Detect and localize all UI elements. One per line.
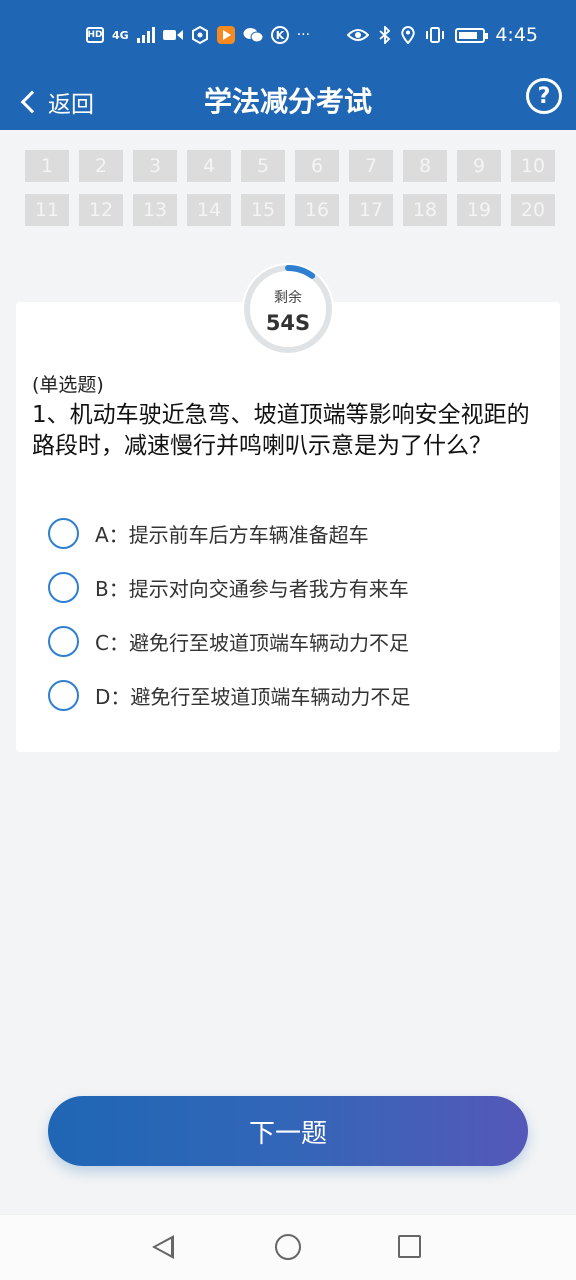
radio-circle-icon[interactable] xyxy=(48,625,79,657)
question-text: 1、机动车驶近急弯、坡道顶端等影响安全视距的路段时，减速慢行并鸣喇叭示意是为了什… xyxy=(32,402,530,459)
wechat-icon xyxy=(243,28,263,43)
option-a[interactable]: A： 提示前车后方车辆准备超车 xyxy=(48,516,369,550)
nav-home-icon[interactable] xyxy=(275,1234,301,1260)
video-icon xyxy=(162,30,183,40)
question-number-cell[interactable]: 3 xyxy=(133,150,177,182)
question-number-cell[interactable]: 20 xyxy=(511,194,555,226)
option-text: 提示前车后方车辆准备超车 xyxy=(128,522,369,547)
status-bar: HD 4G K ··· 4:45 xyxy=(0,0,576,74)
svg-text:K: K xyxy=(275,29,284,42)
battery-icon xyxy=(455,27,489,43)
question-number-grid: 1 2 3 4 5 6 7 8 9 10 11 12 13 14 15 16 17 18 19 20 xyxy=(25,150,555,226)
status-left-icons: HD 4G K ··· xyxy=(86,26,310,44)
radio-circle-icon[interactable] xyxy=(48,679,79,711)
vibrate-icon xyxy=(426,27,445,43)
hexagon-icon xyxy=(191,26,208,44)
option-letter: C： xyxy=(95,630,129,655)
question-number-cell[interactable]: 19 xyxy=(457,194,501,226)
option-letter: B： xyxy=(95,576,129,601)
network-4g-icon: 4G xyxy=(112,28,129,42)
question-mark-icon: ? xyxy=(537,83,551,109)
timer-ring-icon xyxy=(242,263,334,355)
question-number-cell[interactable]: 6 xyxy=(295,150,339,182)
timer-label: 剩余 xyxy=(274,290,302,306)
signal-icon xyxy=(136,27,155,43)
question-number-cell[interactable]: 7 xyxy=(349,150,393,182)
system-nav-bar xyxy=(0,1214,576,1280)
question-number-cell[interactable]: 17 xyxy=(349,194,393,226)
top-bar: HD 4G K ··· 4:45 返回 学法减分考试 ? xyxy=(0,0,576,130)
question-number-cell[interactable]: 16 xyxy=(295,194,339,226)
option-text: 提示对向交通参与者我方有来车 xyxy=(128,576,409,601)
question-number-cell[interactable]: 9 xyxy=(457,150,501,182)
question-number-cell[interactable]: 18 xyxy=(403,194,447,226)
play-app-icon xyxy=(216,26,235,44)
option-text: 避免行至坡道顶端车辆动力不足 xyxy=(128,630,409,655)
page-title: 学法减分考试 xyxy=(203,85,372,118)
radio-circle-icon[interactable] xyxy=(48,517,79,549)
nav-back-icon[interactable] xyxy=(152,1235,174,1259)
hd-icon: HD xyxy=(86,27,104,43)
question-number-cell[interactable]: 15 xyxy=(241,194,285,226)
more-icon: ··· xyxy=(296,27,311,43)
app-header: 返回 学法减分考试 ? xyxy=(0,74,576,130)
next-question-button[interactable]: 下一题 xyxy=(48,1096,528,1166)
help-button[interactable]: ? xyxy=(526,78,562,114)
option-text: 避免行至坡道顶端车辆动力不足 xyxy=(130,684,411,709)
question-number-cell[interactable]: 14 xyxy=(187,194,231,226)
question-card: (单选题) 1、机动车驶近急弯、坡道顶端等影响安全视距的路段时，减速慢行并鸣喇叭… xyxy=(16,302,560,752)
nav-recent-apps-icon[interactable] xyxy=(398,1235,421,1258)
option-c[interactable]: C： 避免行至坡道顶端车辆动力不足 xyxy=(48,624,409,658)
question-number-cell[interactable]: 13 xyxy=(133,194,177,226)
question-number-cell[interactable]: 4 xyxy=(187,150,231,182)
question-number-cell[interactable]: 5 xyxy=(241,150,285,182)
question-type: (单选题) xyxy=(32,374,104,396)
k-app-icon: K xyxy=(270,26,289,44)
status-right-icons: 4:45 xyxy=(347,24,538,46)
bluetooth-icon xyxy=(379,26,391,44)
radio-circle-icon[interactable] xyxy=(48,571,79,603)
question-number-cell[interactable]: 2 xyxy=(79,150,123,182)
question-number-cell[interactable]: 1 xyxy=(25,150,69,182)
status-time: 4:45 xyxy=(495,24,538,46)
eye-icon xyxy=(347,29,370,41)
question-number-cell[interactable]: 8 xyxy=(403,150,447,182)
countdown-timer: 剩余 54S xyxy=(242,263,334,355)
timer-value: 54S xyxy=(265,311,311,335)
option-letter: A： xyxy=(95,522,129,547)
option-letter: D： xyxy=(95,684,131,709)
question-number-cell[interactable]: 11 xyxy=(25,194,69,226)
question-number-cell[interactable]: 12 xyxy=(79,194,123,226)
option-d[interactable]: D： 避免行至坡道顶端车辆动力不足 xyxy=(48,678,410,712)
option-b[interactable]: B： 提示对向交通参与者我方有来车 xyxy=(48,570,409,604)
question-number-cell[interactable]: 10 xyxy=(511,150,555,182)
location-icon xyxy=(401,26,416,44)
